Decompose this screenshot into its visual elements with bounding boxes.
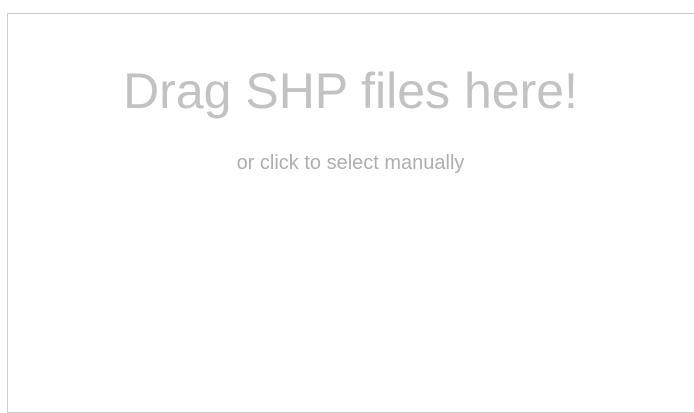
file-dropzone[interactable]: Drag SHP files here! or click to select … xyxy=(7,13,694,413)
dropzone-subtitle: or click to select manually xyxy=(236,152,465,174)
dropzone-title: Drag SHP files here! xyxy=(123,63,578,119)
